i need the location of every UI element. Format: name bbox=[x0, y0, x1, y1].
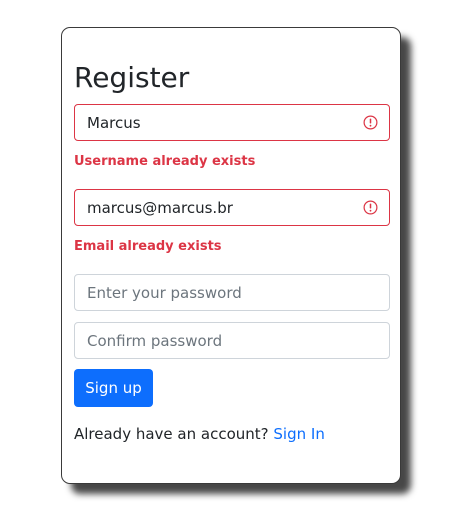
password-field bbox=[74, 274, 390, 311]
username-input[interactable] bbox=[75, 105, 389, 140]
page-title: Register bbox=[74, 61, 190, 94]
password-input[interactable] bbox=[75, 275, 389, 310]
confirm-password-field bbox=[74, 322, 390, 359]
sign-up-button[interactable]: Sign up bbox=[74, 369, 153, 407]
email-input[interactable] bbox=[75, 190, 389, 225]
email-field bbox=[74, 189, 390, 226]
signin-prompt-text: Already have an account? bbox=[74, 425, 269, 443]
exclamation-circle-icon bbox=[363, 115, 378, 130]
email-error: Email already exists bbox=[74, 239, 222, 254]
sign-in-link[interactable]: Sign In bbox=[273, 425, 324, 443]
username-error: Username already exists bbox=[74, 154, 256, 169]
confirm-password-input[interactable] bbox=[75, 323, 389, 358]
username-field bbox=[74, 104, 390, 141]
exclamation-circle-icon bbox=[363, 200, 378, 215]
register-card: Register Username already exists Email a… bbox=[61, 27, 401, 484]
signin-prompt: Already have an account? Sign In bbox=[74, 424, 325, 444]
